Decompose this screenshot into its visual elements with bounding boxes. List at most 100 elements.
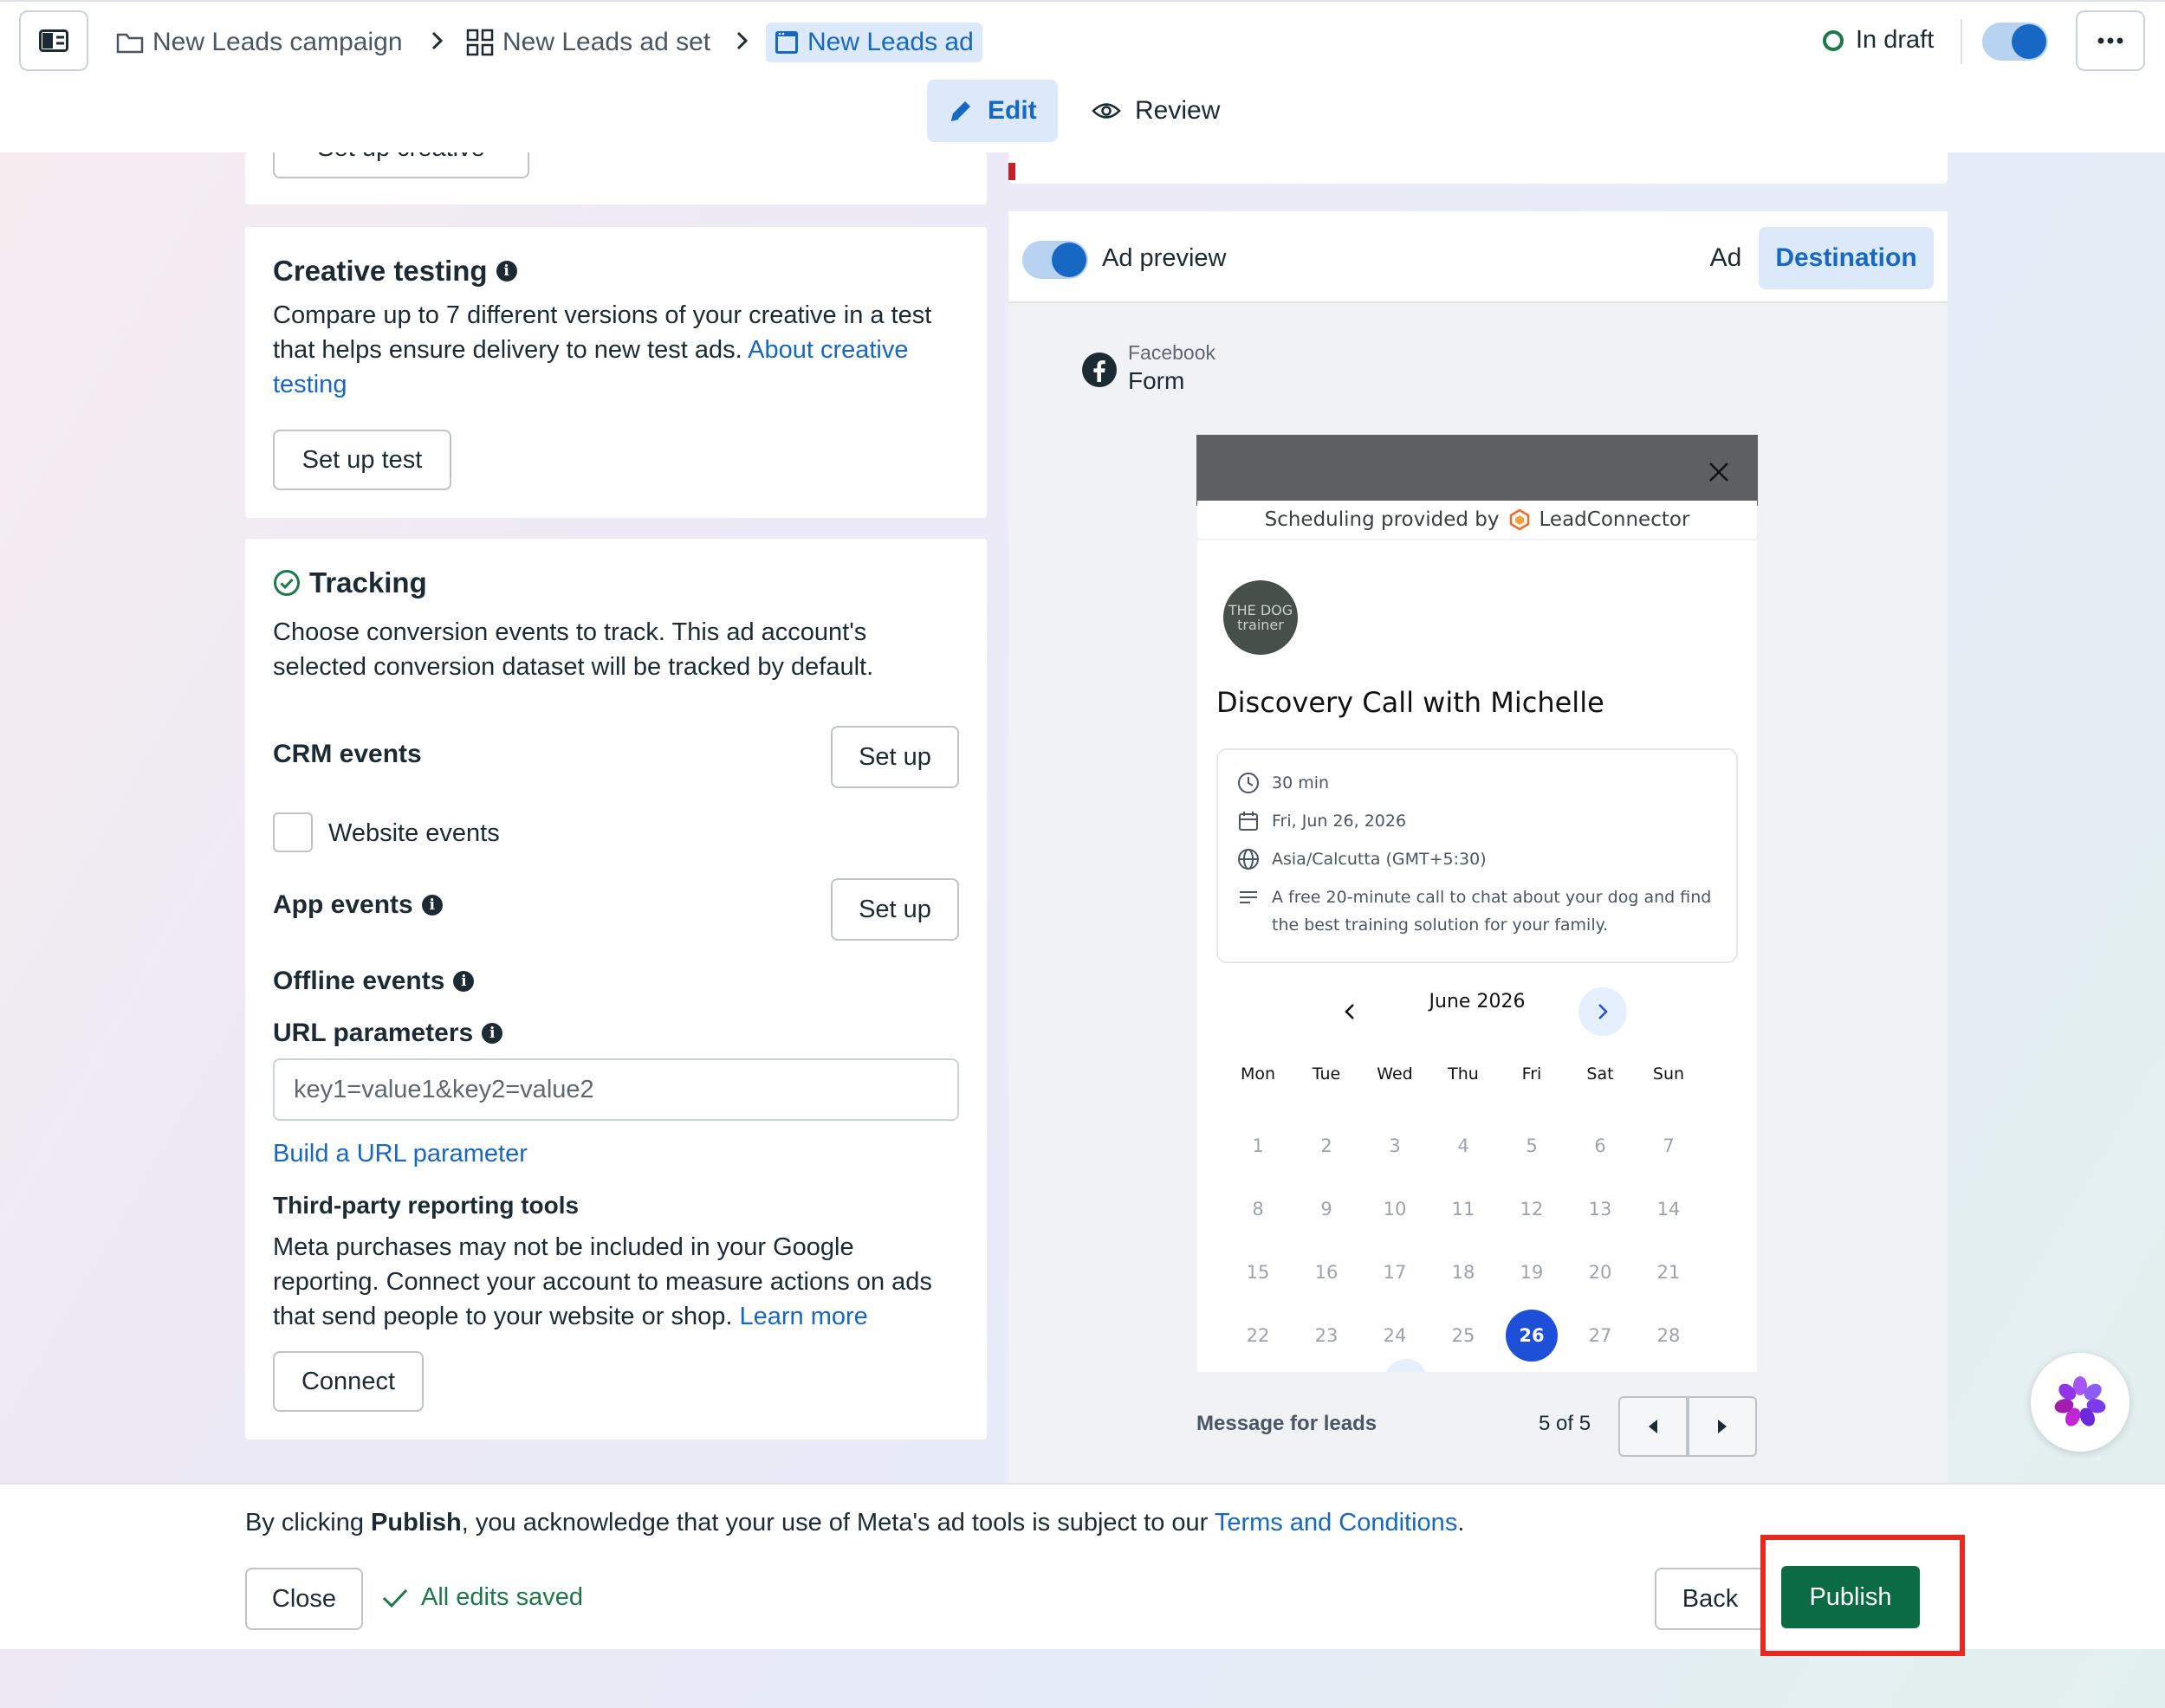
creative-testing-description: Compare up to 7 different versions of yo… (273, 298, 957, 402)
chevron-right-icon (1598, 1004, 1608, 1019)
ad-on-off-toggle[interactable] (1982, 23, 2048, 61)
assistant-button[interactable] (2031, 1353, 2129, 1452)
facebook-icon (1082, 353, 1117, 387)
duration-text: 30 min (1272, 773, 1330, 793)
setup-creative-button[interactable]: Set up creative (273, 152, 529, 178)
triangle-left-icon (1649, 1420, 1657, 1433)
crm-events-label: CRM events (273, 740, 422, 768)
setup-test-button[interactable]: Set up test (273, 430, 451, 490)
calendar-day[interactable]: 8 (1232, 1183, 1284, 1235)
scheduling-provider-bar: Scheduling provided by LeadConnector (1197, 501, 1757, 539)
third-party-heading: Third-party reporting tools (273, 1192, 580, 1219)
info-icon[interactable]: i (421, 895, 443, 915)
calendar-day[interactable]: 17 (1369, 1246, 1421, 1298)
website-events-checkbox[interactable] (273, 812, 313, 852)
calendar-day[interactable]: 1 (1232, 1120, 1284, 1172)
calendar-day[interactable]: 5 (1506, 1120, 1558, 1172)
pager-next-button[interactable] (1688, 1396, 1757, 1457)
booking-form: THE DOG trainer Discovery Call with Mich… (1197, 540, 1757, 1372)
info-icon[interactable]: i (496, 261, 517, 281)
calendar-day[interactable]: 10 (1369, 1183, 1421, 1235)
crm-setup-label: Set up (859, 742, 931, 771)
calendar-day[interactable]: 22 (1232, 1310, 1284, 1362)
eye-icon (1092, 103, 1121, 119)
tab-review-label: Review (1135, 96, 1221, 125)
calendar-day[interactable]: 28 (1643, 1310, 1695, 1362)
url-parameters-label: URL parameters (273, 1019, 474, 1047)
calendar-day[interactable]: 3 (1369, 1120, 1421, 1172)
creative-testing-title: Creative testing (273, 255, 488, 287)
description-row: A free 20-minute call to chat about your… (1237, 883, 1722, 939)
terms-link[interactable]: Terms and Conditions (1215, 1509, 1457, 1537)
form-header-bar (1196, 435, 1758, 506)
weekday-header: Wed (1377, 1064, 1413, 1084)
app-events-heading: App events i (273, 890, 443, 920)
connect-button[interactable]: Connect (273, 1351, 424, 1412)
calendar-day[interactable]: 6 (1574, 1120, 1626, 1172)
close-icon[interactable] (1708, 461, 1730, 483)
preview-platform: Facebook (1128, 341, 1216, 364)
tab-edit[interactable]: Edit (927, 80, 1058, 142)
calendar-day[interactable]: 25 (1437, 1310, 1489, 1362)
ad-preview-toggle[interactable] (1022, 241, 1088, 279)
breadcrumb-campaign[interactable]: New Leads campaign (116, 23, 403, 62)
pager-previous-button[interactable] (1618, 1396, 1688, 1457)
sidebar-toggle-button[interactable] (19, 10, 88, 71)
calendar-day[interactable]: 27 (1574, 1310, 1626, 1362)
breadcrumb-ad-set[interactable]: New Leads ad set (466, 23, 710, 62)
crm-setup-button[interactable]: Set up (831, 726, 959, 788)
pencil-icon (950, 101, 970, 121)
more-options-button[interactable] (2076, 10, 2145, 71)
terms-end: . (1457, 1509, 1465, 1537)
offline-events-label: Offline events (273, 967, 445, 995)
info-icon[interactable]: i (453, 971, 475, 992)
tab-review[interactable]: Review (1071, 80, 1241, 142)
calendar-day[interactable]: 18 (1437, 1246, 1489, 1298)
terms-middle: , you acknowledge that your use of Meta'… (461, 1509, 1215, 1537)
back-button[interactable]: Back (1655, 1568, 1766, 1630)
calendar-day[interactable]: 14 (1643, 1183, 1695, 1235)
calendar-day[interactable]: 23 (1300, 1310, 1352, 1362)
breadcrumb-ad[interactable]: New Leads ad (766, 23, 982, 62)
terms-prefix: By clicking (245, 1509, 372, 1537)
build-url-parameter-link[interactable]: Build a URL parameter (273, 1136, 528, 1171)
calendar-day[interactable]: 16 (1300, 1246, 1352, 1298)
preview-placement: Form (1128, 367, 1185, 394)
calendar-day[interactable]: 4 (1437, 1120, 1489, 1172)
calendar-day[interactable]: 13 (1574, 1183, 1626, 1235)
tracking-title: Tracking (309, 566, 427, 598)
calendar-day[interactable]: 15 (1232, 1246, 1284, 1298)
preview-header: Ad preview Ad Destination (1008, 211, 1948, 303)
learn-more-link[interactable]: Learn more (739, 1303, 867, 1330)
status-badge: In draft (1823, 26, 1934, 55)
tab-ad[interactable]: Ad (1682, 227, 1769, 289)
url-parameters-input[interactable]: key1=value1&key2=value2 (273, 1058, 959, 1121)
close-button[interactable]: Close (245, 1568, 363, 1630)
calendar-day[interactable]: 7 (1643, 1120, 1695, 1172)
save-status: All edits saved (381, 1583, 583, 1612)
calendar-day[interactable]: 11 (1437, 1183, 1489, 1235)
calendar-day[interactable]: 24 (1369, 1310, 1421, 1362)
leadconnector-logo-icon (1509, 508, 1529, 531)
calendar-day[interactable]: 19 (1506, 1246, 1558, 1298)
scheduling-provider-name: LeadConnector (1539, 508, 1690, 531)
calendar-day[interactable]: 12 (1506, 1183, 1558, 1235)
weekday-header: Mon (1240, 1064, 1276, 1084)
tab-destination[interactable]: Destination (1759, 227, 1934, 289)
calendar-day[interactable]: 21 (1643, 1246, 1695, 1298)
calendar-day-selected[interactable]: 26 (1506, 1310, 1558, 1362)
info-icon[interactable]: i (482, 1023, 503, 1044)
connect-label: Connect (301, 1367, 395, 1395)
app-setup-button[interactable]: Set up (831, 878, 959, 941)
back-label: Back (1682, 1584, 1739, 1613)
folder-icon (116, 33, 144, 54)
timezone-text: Asia/Calcutta (GMT+5:30) (1272, 850, 1487, 869)
calendar-day[interactable]: 2 (1300, 1120, 1352, 1172)
divider (1961, 19, 1962, 64)
chevron-right-icon (431, 31, 444, 50)
next-month-button[interactable] (1578, 987, 1627, 1036)
grid-icon (466, 29, 494, 56)
calendar-day[interactable]: 20 (1574, 1246, 1626, 1298)
calendar-day[interactable]: 9 (1300, 1183, 1352, 1235)
clock-icon (1238, 773, 1259, 793)
